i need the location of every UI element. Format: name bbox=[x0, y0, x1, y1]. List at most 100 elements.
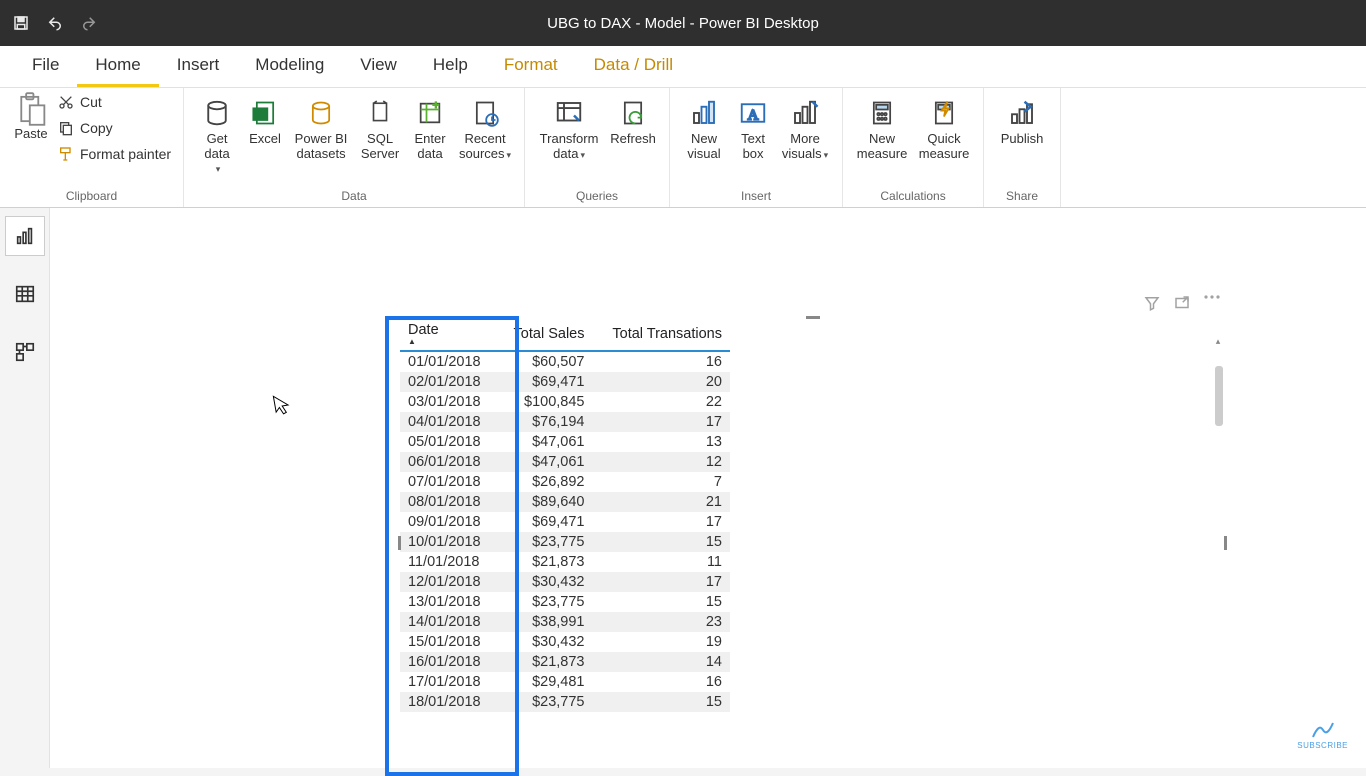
cell-sales: $23,775 bbox=[497, 532, 593, 552]
pbi-datasets-icon bbox=[304, 96, 338, 130]
table-row[interactable]: 09/01/2018$69,47117 bbox=[400, 512, 730, 532]
tab-home[interactable]: Home bbox=[77, 45, 158, 87]
table-row[interactable]: 13/01/2018$23,77515 bbox=[400, 592, 730, 612]
table-row[interactable]: 05/01/2018$47,06113 bbox=[400, 432, 730, 452]
tab-view[interactable]: View bbox=[342, 45, 415, 87]
cell-trans: 17 bbox=[592, 572, 730, 592]
enter-data-button[interactable]: Enter data bbox=[406, 92, 454, 166]
text-box-button[interactable]: A Text box bbox=[730, 92, 776, 166]
scroll-thumb[interactable] bbox=[1215, 366, 1223, 426]
new-measure-label: New measure bbox=[853, 132, 911, 162]
cell-trans: 16 bbox=[592, 351, 730, 372]
cell-sales: $69,471 bbox=[497, 372, 593, 392]
col-header-sales[interactable]: Total Sales bbox=[497, 318, 593, 351]
tab-data-drill[interactable]: Data / Drill bbox=[576, 45, 691, 87]
cell-sales: $76,194 bbox=[497, 412, 593, 432]
refresh-button[interactable]: Refresh bbox=[605, 92, 661, 151]
svg-text:A: A bbox=[748, 107, 759, 123]
table-row[interactable]: 18/01/2018$23,77515 bbox=[400, 692, 730, 712]
new-visual-label: New visual bbox=[680, 132, 728, 162]
table-row[interactable]: 10/01/2018$23,77515 bbox=[400, 532, 730, 552]
group-insert: New visual A Text box More visuals▾ Inse… bbox=[670, 88, 843, 207]
cell-trans: 21 bbox=[592, 492, 730, 512]
enter-data-label: Enter data bbox=[408, 132, 452, 162]
cell-date: 15/01/2018 bbox=[400, 632, 497, 652]
get-data-button[interactable]: Get data ▾ bbox=[192, 92, 242, 179]
cell-date: 07/01/2018 bbox=[400, 472, 497, 492]
nav-data-view[interactable] bbox=[5, 274, 45, 314]
table-row[interactable]: 15/01/2018$30,43219 bbox=[400, 632, 730, 652]
new-measure-button[interactable]: New measure bbox=[851, 92, 913, 166]
table-row[interactable]: 16/01/2018$21,87314 bbox=[400, 652, 730, 672]
excel-button[interactable]: X Excel bbox=[242, 92, 288, 151]
pbi-datasets-button[interactable]: Power BI datasets bbox=[288, 92, 354, 166]
more-options-icon[interactable] bbox=[1203, 294, 1221, 312]
enter-data-icon bbox=[413, 96, 447, 130]
group-label-share: Share bbox=[992, 187, 1052, 207]
table-row[interactable]: 01/01/2018$60,50716 bbox=[400, 351, 730, 372]
tab-modeling[interactable]: Modeling bbox=[237, 45, 342, 87]
cell-trans: 20 bbox=[592, 372, 730, 392]
redo-icon[interactable] bbox=[80, 14, 98, 32]
copy-button[interactable]: Copy bbox=[54, 118, 175, 138]
col-header-date-label: Date bbox=[408, 322, 439, 338]
recent-sources-button[interactable]: Recent sources▾ bbox=[454, 92, 516, 166]
tab-insert[interactable]: Insert bbox=[159, 45, 238, 87]
cell-date: 13/01/2018 bbox=[400, 592, 497, 612]
paste-label: Paste bbox=[14, 126, 47, 141]
cell-trans: 16 bbox=[592, 672, 730, 692]
cell-sales: $23,775 bbox=[497, 592, 593, 612]
cell-sales: $60,507 bbox=[497, 351, 593, 372]
paste-icon[interactable] bbox=[16, 92, 46, 126]
publish-button[interactable]: Publish bbox=[992, 92, 1052, 151]
cell-sales: $21,873 bbox=[497, 652, 593, 672]
format-painter-button[interactable]: Format painter bbox=[54, 144, 175, 164]
more-visuals-button[interactable]: More visuals▾ bbox=[776, 92, 834, 166]
copy-icon bbox=[58, 120, 74, 136]
transform-data-button[interactable]: Transform data▾ bbox=[533, 92, 605, 166]
table-row[interactable]: 11/01/2018$21,87311 bbox=[400, 552, 730, 572]
nav-report-view[interactable] bbox=[5, 216, 45, 256]
filter-icon[interactable] bbox=[1143, 294, 1161, 312]
table-row[interactable]: 12/01/2018$30,43217 bbox=[400, 572, 730, 592]
resize-handle-top[interactable] bbox=[806, 316, 820, 319]
tab-format[interactable]: Format bbox=[486, 45, 576, 87]
format-painter-icon bbox=[58, 146, 74, 162]
vertical-scrollbar[interactable]: ▴ bbox=[1213, 336, 1223, 768]
resize-handle-left[interactable] bbox=[398, 536, 401, 550]
table-row[interactable]: 17/01/2018$29,48116 bbox=[400, 672, 730, 692]
resize-handle-right[interactable] bbox=[1224, 536, 1227, 550]
cell-sales: $89,640 bbox=[497, 492, 593, 512]
table-row[interactable]: 02/01/2018$69,47120 bbox=[400, 372, 730, 392]
pbi-datasets-label: Power BI datasets bbox=[290, 132, 352, 162]
focus-mode-icon[interactable] bbox=[1173, 294, 1191, 312]
undo-icon[interactable] bbox=[46, 14, 64, 32]
quick-measure-button[interactable]: Quick measure bbox=[913, 92, 975, 166]
sql-server-button[interactable]: SQL Server bbox=[354, 92, 406, 166]
publish-icon bbox=[1005, 96, 1039, 130]
table-row[interactable]: 07/01/2018$26,8927 bbox=[400, 472, 730, 492]
tab-file[interactable]: File bbox=[14, 45, 77, 87]
new-visual-button[interactable]: New visual bbox=[678, 92, 730, 166]
save-icon[interactable] bbox=[12, 14, 30, 32]
table-row[interactable]: 03/01/2018$100,84522 bbox=[400, 392, 730, 412]
cell-sales: $30,432 bbox=[497, 572, 593, 592]
visual-header bbox=[1143, 294, 1221, 312]
scroll-up-icon[interactable]: ▴ bbox=[1213, 336, 1223, 348]
cell-sales: $47,061 bbox=[497, 432, 593, 452]
col-header-date[interactable]: Date ▲ bbox=[400, 318, 497, 351]
table-row[interactable]: 14/01/2018$38,99123 bbox=[400, 612, 730, 632]
table-row[interactable]: 08/01/2018$89,64021 bbox=[400, 492, 730, 512]
text-box-icon: A bbox=[736, 96, 770, 130]
table-row[interactable]: 04/01/2018$76,19417 bbox=[400, 412, 730, 432]
cell-date: 04/01/2018 bbox=[400, 412, 497, 432]
nav-model-view[interactable] bbox=[5, 332, 45, 372]
cut-button[interactable]: Cut bbox=[54, 92, 175, 112]
group-label-clipboard: Clipboard bbox=[8, 187, 175, 207]
table-row[interactable]: 06/01/2018$47,06112 bbox=[400, 452, 730, 472]
tab-help[interactable]: Help bbox=[415, 45, 486, 87]
table-visual[interactable]: Date ▲ Total Sales Total Transations 01/… bbox=[400, 318, 1225, 768]
col-header-trans[interactable]: Total Transations bbox=[592, 318, 730, 351]
refresh-label: Refresh bbox=[610, 132, 656, 147]
report-canvas[interactable]: Date ▲ Total Sales Total Transations 01/… bbox=[50, 208, 1366, 768]
